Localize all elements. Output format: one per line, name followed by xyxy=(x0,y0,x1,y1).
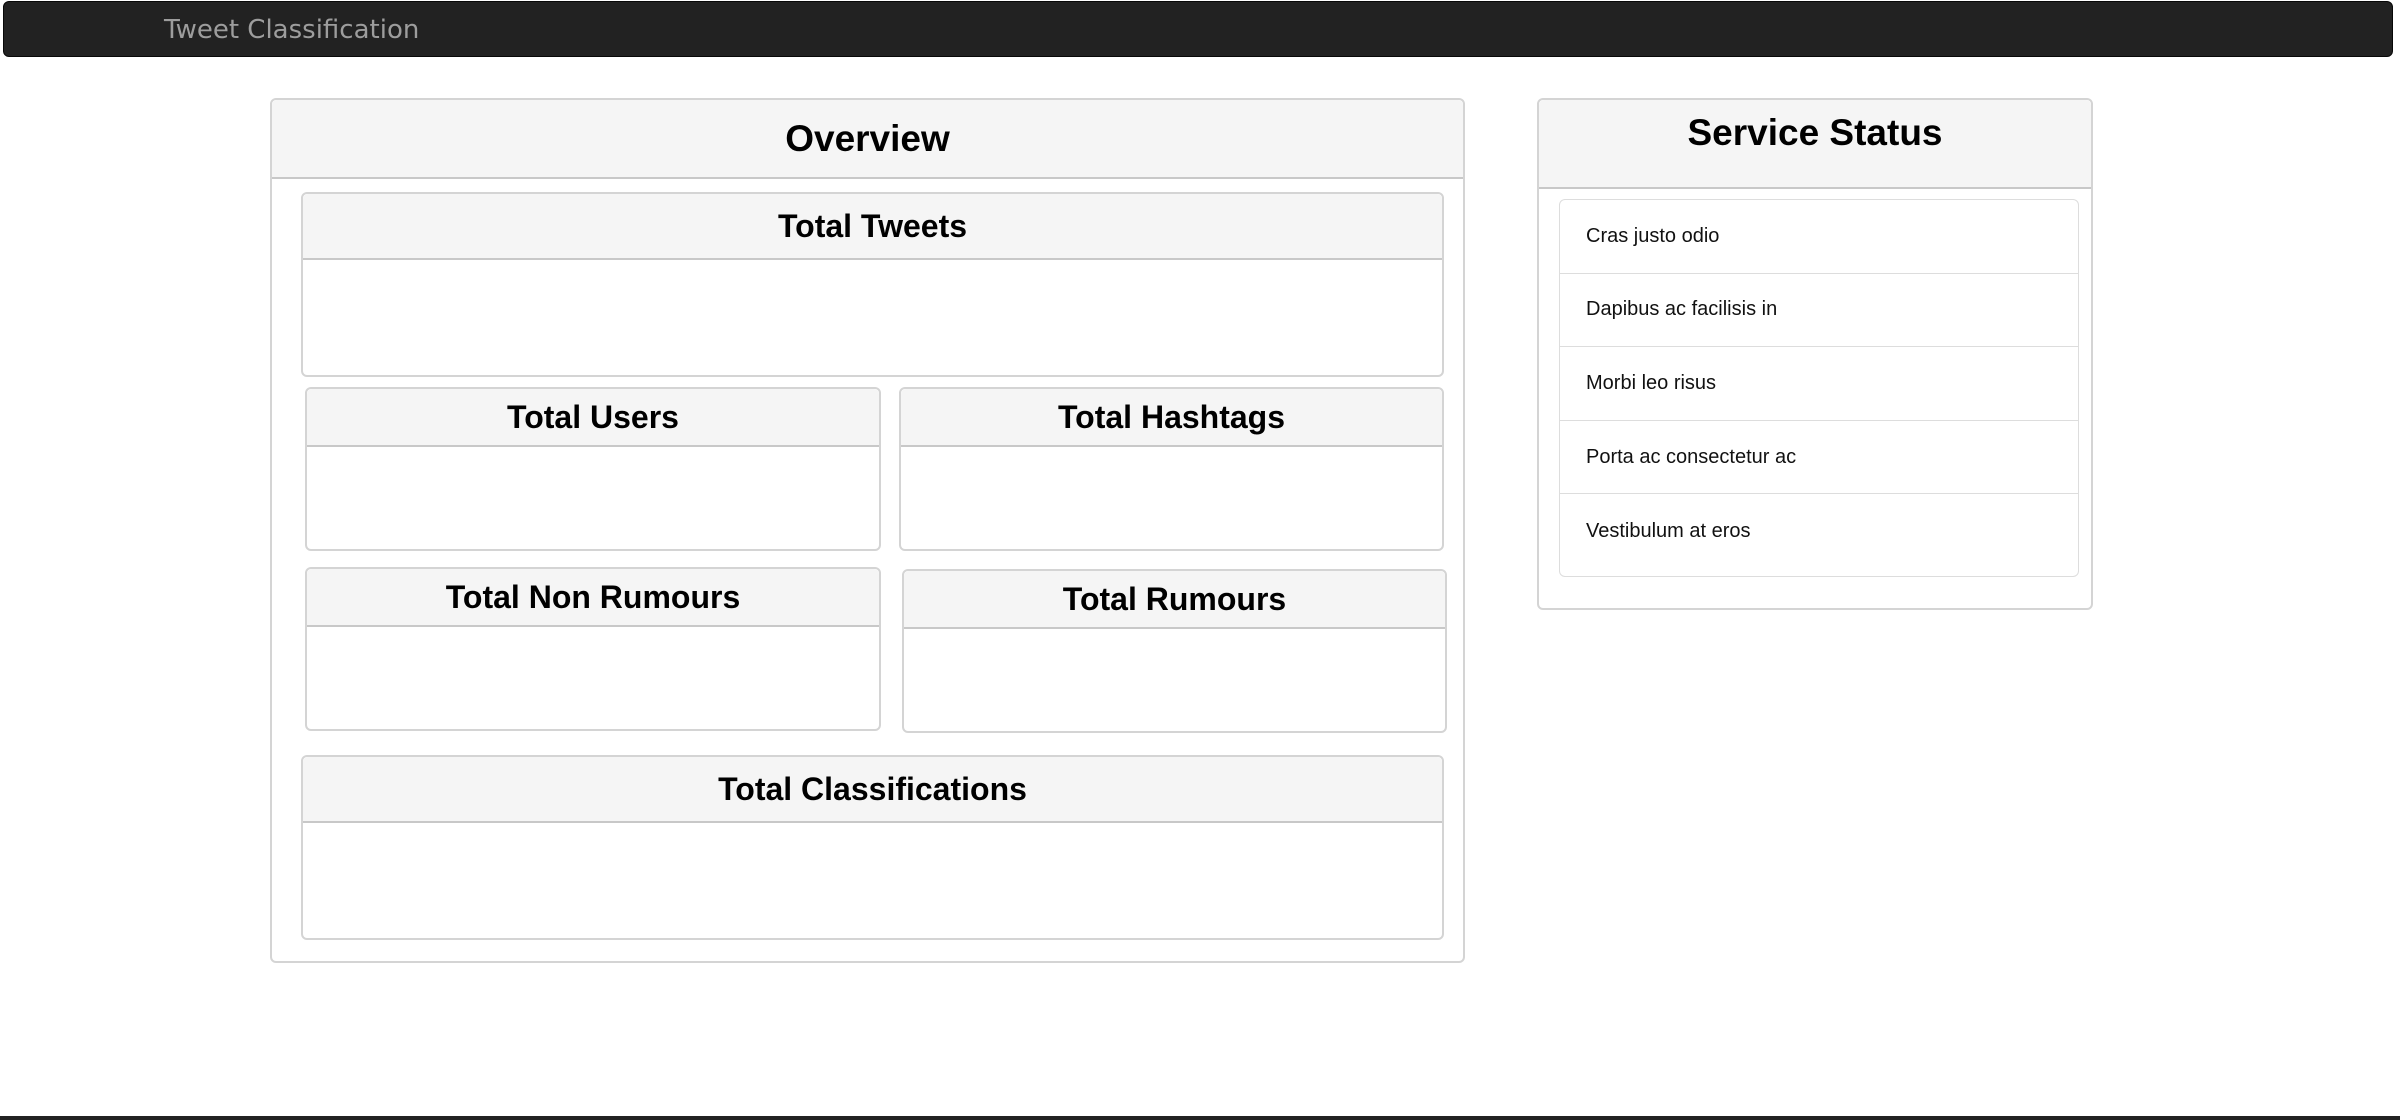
total-classifications-card: Total Classifications xyxy=(301,755,1444,940)
total-users-card: Total Users xyxy=(305,387,881,551)
service-status-item: Vestibulum at eros xyxy=(1586,519,1751,542)
navbar-brand[interactable]: Tweet Classification xyxy=(164,15,419,45)
total-tweets-card: Total Tweets xyxy=(301,192,1444,377)
total-tweets-heading: Total Tweets xyxy=(303,194,1442,260)
total-hashtags-card: Total Hashtags xyxy=(899,387,1444,551)
overview-title: Overview xyxy=(272,100,1463,179)
service-status-item: Porta ac consectetur ac xyxy=(1560,421,2078,495)
service-status-panel: Service Status Cras justo odio Dapibus a… xyxy=(1537,98,2093,610)
total-classifications-heading: Total Classifications xyxy=(303,757,1442,823)
total-non-rumours-heading: Total Non Rumours xyxy=(307,569,879,627)
total-non-rumours-value xyxy=(307,627,879,729)
bottom-divider xyxy=(0,1116,2400,1120)
total-users-heading: Total Users xyxy=(307,389,879,447)
service-status-item: Morbi leo risus xyxy=(1560,347,2078,421)
service-status-list: Cras justo odio Dapibus ac facilisis in … xyxy=(1559,199,2079,577)
total-rumours-value xyxy=(904,629,1445,731)
top-navbar: Tweet Classification xyxy=(3,1,2393,57)
total-non-rumours-card: Total Non Rumours xyxy=(305,567,881,731)
service-status-title: Service Status xyxy=(1539,100,2091,189)
total-rumours-card: Total Rumours xyxy=(902,569,1447,733)
overview-panel: Overview Total Tweets Total Users Total … xyxy=(270,98,1465,963)
total-users-value xyxy=(307,447,879,549)
total-hashtags-heading: Total Hashtags xyxy=(901,389,1442,447)
total-tweets-value xyxy=(303,260,1442,375)
service-status-item: Dapibus ac facilisis in xyxy=(1560,274,2078,348)
total-hashtags-value xyxy=(901,447,1442,549)
total-rumours-heading: Total Rumours xyxy=(904,571,1445,629)
total-classifications-value xyxy=(303,823,1442,938)
service-status-item: Cras justo odio xyxy=(1560,200,2078,274)
